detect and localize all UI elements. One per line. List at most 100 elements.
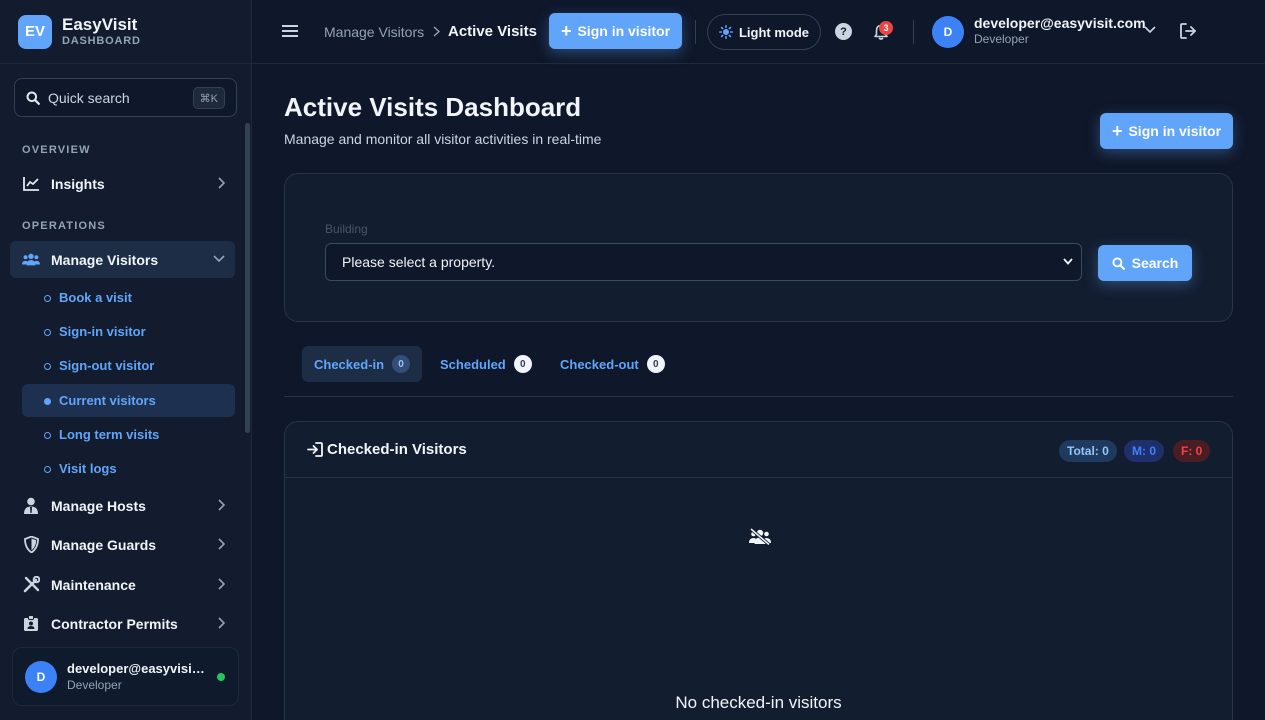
search-button[interactable]: Search bbox=[1098, 245, 1192, 281]
online-status-indicator bbox=[217, 673, 225, 681]
visit-tabs: Checked-in 0 Scheduled 0 Checked-out 0 bbox=[284, 346, 1233, 397]
page-title: Active Visits Dashboard bbox=[284, 92, 582, 122]
chevron-right-icon bbox=[433, 26, 440, 37]
checked-in-visitors-card: Checked-in Visitors Total: 0 M: 0 F: 0 N… bbox=[284, 421, 1233, 720]
divider bbox=[913, 20, 914, 44]
chevron-right-icon bbox=[217, 177, 225, 189]
sun-icon bbox=[718, 25, 733, 39]
light-mode-toggle[interactable]: Light mode bbox=[707, 14, 821, 50]
sidebar-item-insights[interactable]: Insights bbox=[10, 165, 235, 202]
sign-in-icon bbox=[307, 442, 323, 457]
tab-label: Checked-in bbox=[314, 356, 385, 372]
tab-count-badge: 0 bbox=[392, 355, 411, 373]
sidebar-item-manage-guards[interactable]: Manage Guards bbox=[10, 526, 235, 563]
sidebar-user-card[interactable]: D developer@easyvisit.com Developer bbox=[12, 647, 239, 706]
tab-label: Scheduled bbox=[440, 356, 506, 372]
sidebar-subitem-visit-logs[interactable]: Visit logs bbox=[22, 452, 235, 485]
chevron-right-icon bbox=[217, 617, 225, 629]
brand-logo: EV bbox=[18, 14, 52, 49]
building-select-value: Please select a property. bbox=[342, 254, 496, 270]
search-shortcut: ⌘K bbox=[192, 87, 225, 109]
sidebar-item-label: Manage Guards bbox=[51, 536, 157, 553]
topbar-user-menu[interactable]: developer@easyvisit.com Developer bbox=[974, 15, 1146, 46]
sidebar-subitem-label: Visit logs bbox=[59, 461, 117, 476]
brand-name: EasyVisit bbox=[62, 15, 138, 34]
topbar: Manage Visitors Active Visits + Sign in … bbox=[252, 0, 1265, 64]
shield-icon bbox=[22, 536, 40, 554]
chevron-down-icon bbox=[1063, 258, 1073, 265]
sidebar-subitem-book-visit[interactable]: Book a visit bbox=[22, 281, 235, 314]
avatar: D bbox=[25, 660, 57, 693]
sidebar-subitem-sign-out-visitor[interactable]: Sign-out visitor bbox=[22, 349, 235, 382]
sidebar-subitem-sign-in-visitor[interactable]: Sign-in visitor bbox=[22, 315, 235, 348]
sidebar-subitem-long-term-visits[interactable]: Long term visits bbox=[22, 418, 235, 451]
building-select[interactable]: Please select a property. bbox=[325, 243, 1082, 281]
card-header: Checked-in Visitors Total: 0 M: 0 F: 0 bbox=[285, 422, 1232, 478]
light-mode-label: Light mode bbox=[738, 24, 810, 40]
sidebar-scrollbar[interactable] bbox=[245, 123, 250, 433]
tab-count-badge: 0 bbox=[646, 355, 665, 373]
chevron-right-icon bbox=[217, 538, 225, 550]
tab-scheduled[interactable]: Scheduled 0 bbox=[428, 346, 544, 382]
brand-subtitle: DASHBOARD bbox=[62, 35, 141, 47]
button-label: Sign in visitor bbox=[577, 23, 671, 39]
help-icon[interactable]: ? bbox=[835, 23, 852, 40]
plus-icon: + bbox=[560, 21, 572, 41]
sidebar-item-label: Maintenance bbox=[51, 576, 136, 593]
users-slash-icon bbox=[749, 528, 771, 545]
avatar[interactable]: D bbox=[932, 16, 964, 48]
users-icon bbox=[22, 251, 40, 269]
building-filter-card: Building Please select a property. Searc… bbox=[284, 173, 1233, 322]
sidebar-item-label: Manage Visitors bbox=[51, 251, 159, 268]
sidebar-item-label: Insights bbox=[51, 175, 105, 192]
empty-state-message: No checked-in visitors bbox=[675, 693, 842, 712]
chevron-down-icon[interactable] bbox=[1144, 26, 1156, 34]
tab-checked-in[interactable]: Checked-in 0 bbox=[302, 346, 423, 382]
button-label: Sign in visitor bbox=[1128, 123, 1222, 139]
divider bbox=[695, 20, 696, 44]
search-icon bbox=[26, 91, 40, 105]
total-count-badge: Total: 0 bbox=[1059, 440, 1117, 462]
topbar-sign-in-visitor-button[interactable]: + Sign in visitor bbox=[549, 13, 682, 49]
page-subtitle: Manage and monitor all visitor activitie… bbox=[284, 131, 602, 147]
chevron-down-icon bbox=[213, 255, 225, 263]
logout-icon[interactable] bbox=[1179, 22, 1197, 40]
quick-search-input[interactable]: Quick search ⌘K bbox=[14, 78, 237, 117]
chart-line-icon bbox=[22, 175, 40, 193]
male-count-badge: M: 0 bbox=[1124, 440, 1164, 462]
quick-search-placeholder: Quick search bbox=[48, 89, 130, 106]
sidebar-item-manage-visitors[interactable]: Manage Visitors bbox=[10, 241, 235, 278]
user-email: developer@easyvisit.com bbox=[67, 660, 209, 676]
sidebar-subitem-label: Book a visit bbox=[59, 290, 132, 305]
tools-icon bbox=[22, 576, 40, 594]
plus-icon: + bbox=[1111, 121, 1123, 141]
search-icon bbox=[1112, 256, 1125, 270]
tab-checked-out[interactable]: Checked-out 0 bbox=[548, 346, 677, 382]
sidebar-subitem-label: Current visitors bbox=[59, 393, 156, 408]
sidebar-item-contractor-permits[interactable]: Contractor Permits bbox=[10, 605, 235, 642]
user-tie-icon bbox=[22, 497, 40, 515]
user-email: developer@easyvisit.com bbox=[974, 15, 1146, 31]
section-overview: OVERVIEW bbox=[22, 144, 91, 156]
building-label: Building bbox=[325, 222, 368, 236]
sidebar-item-label: Manage Hosts bbox=[51, 497, 146, 514]
menu-icon[interactable] bbox=[282, 24, 298, 38]
id-badge-icon bbox=[22, 615, 40, 633]
breadcrumb-current: Active Visits bbox=[448, 23, 537, 40]
breadcrumb-parent[interactable]: Manage Visitors bbox=[324, 24, 424, 40]
sidebar-item-manage-hosts[interactable]: Manage Hosts bbox=[10, 487, 235, 524]
button-label: Search bbox=[1131, 255, 1179, 271]
sidebar-subitem-label: Sign-out visitor bbox=[59, 358, 155, 373]
sidebar-subitem-current-visitors[interactable]: Current visitors bbox=[22, 384, 235, 417]
tab-count-badge: 0 bbox=[513, 355, 532, 373]
chevron-right-icon bbox=[217, 578, 225, 590]
sidebar-subitem-label: Long term visits bbox=[59, 427, 160, 442]
user-role: Developer bbox=[67, 678, 122, 693]
brand[interactable]: EV EasyVisit DASHBOARD bbox=[0, 0, 251, 64]
notification-badge: 3 bbox=[879, 21, 893, 35]
sidebar-item-maintenance[interactable]: Maintenance bbox=[10, 566, 235, 603]
tab-label: Checked-out bbox=[560, 356, 639, 372]
sidebar: EV EasyVisit DASHBOARD Quick search ⌘K O… bbox=[0, 0, 252, 720]
card-title: Checked-in Visitors bbox=[327, 441, 467, 458]
sign-in-visitor-button[interactable]: + Sign in visitor bbox=[1100, 113, 1233, 149]
